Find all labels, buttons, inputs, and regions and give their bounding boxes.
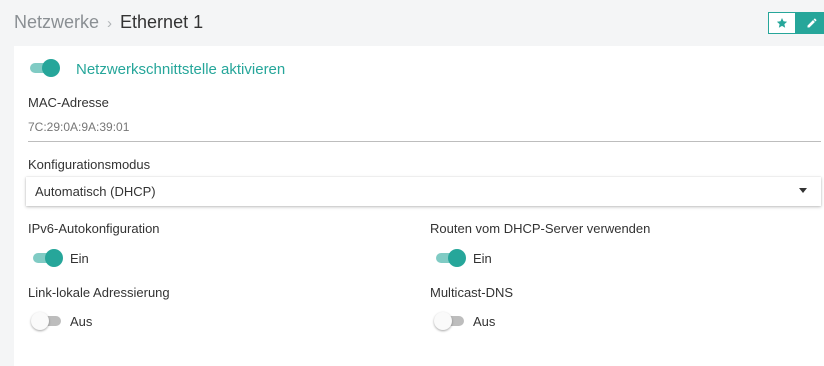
star-icon xyxy=(776,18,788,28)
config-mode-selected-value: Automatisch (DHCP) xyxy=(35,184,156,199)
link-local-toggle[interactable] xyxy=(31,312,63,330)
mdns-state: Aus xyxy=(473,314,496,329)
interface-enable-toggle[interactable] xyxy=(28,59,60,77)
dhcp-routes-label: Routen vom DHCP-Server verwenden xyxy=(430,221,651,236)
breadcrumb: Netzwerke › Ethernet 1 xyxy=(14,11,203,35)
mac-address-underline xyxy=(28,141,821,142)
link-local-label: Link-lokale Adressierung xyxy=(28,285,170,300)
dhcp-routes-toggle[interactable] xyxy=(434,249,466,267)
breadcrumb-networks-link[interactable]: Netzwerke xyxy=(14,12,99,32)
breadcrumb-separator: › xyxy=(107,15,113,32)
header-actions xyxy=(768,12,824,34)
mdns-label: Multicast-DNS xyxy=(430,285,514,300)
page-title: Ethernet 1 xyxy=(120,12,204,32)
caret-down-icon xyxy=(799,188,807,193)
link-local-state: Aus xyxy=(70,314,93,329)
page-header: Netzwerke › Ethernet 1 xyxy=(0,0,824,45)
config-mode-select[interactable]: Automatisch (DHCP) xyxy=(26,177,821,206)
ipv6-autoconfig-label: IPv6-Autokonfiguration xyxy=(28,221,160,236)
config-mode-label: Konfigurationsmodus xyxy=(28,157,151,172)
dhcp-routes-state: Ein xyxy=(473,251,492,266)
interface-enable-label: Netzwerkschnittstelle aktivieren xyxy=(76,61,286,78)
ipv6-autoconfig-toggle[interactable] xyxy=(31,249,63,267)
mac-address-value: 7C:29:0A:9A:39:01 xyxy=(28,120,130,134)
edit-button[interactable] xyxy=(796,12,824,34)
pencil-icon xyxy=(807,18,817,28)
mdns-toggle[interactable] xyxy=(434,312,466,330)
favorite-button[interactable] xyxy=(768,12,796,34)
settings-card xyxy=(14,46,824,366)
ipv6-autoconfig-state: Ein xyxy=(70,251,89,266)
mac-address-label: MAC-Adresse xyxy=(28,95,109,110)
